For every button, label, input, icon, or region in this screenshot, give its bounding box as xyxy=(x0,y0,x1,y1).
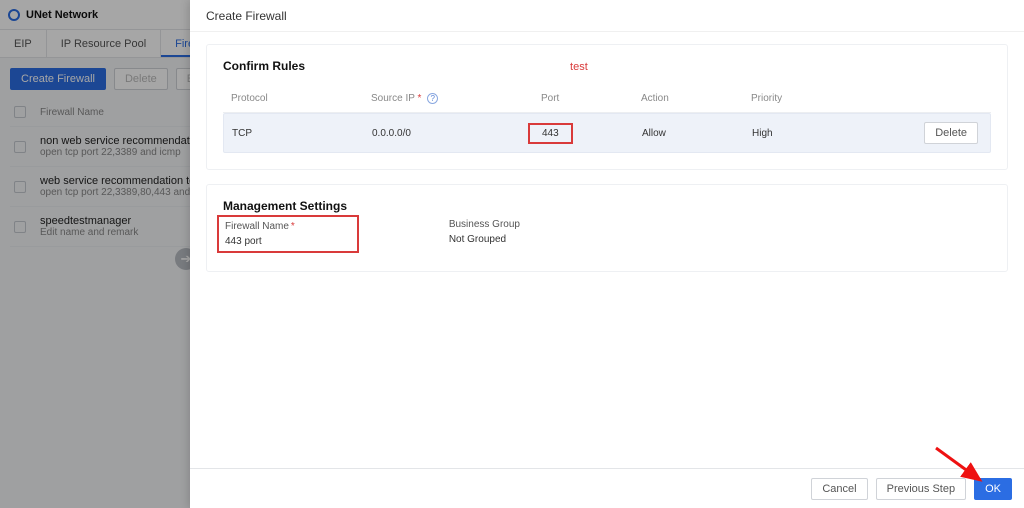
delete-rule-button[interactable]: Delete xyxy=(924,122,978,144)
firewall-name-label: Firewall Name xyxy=(225,221,289,232)
col-action: Action xyxy=(641,93,751,104)
cell-port: 443 xyxy=(528,123,573,144)
previous-step-button[interactable]: Previous Step xyxy=(876,478,966,500)
modal-body: Confirm Rules test Protocol Source IP * … xyxy=(190,32,1024,468)
business-group-label: Business Group xyxy=(449,219,520,230)
rules-table: Protocol Source IP * ? Port Action Prior… xyxy=(223,85,991,153)
modal-footer: Cancel Previous Step OK xyxy=(190,468,1024,508)
cell-action: Allow xyxy=(642,128,752,139)
info-icon[interactable]: ? xyxy=(427,93,438,104)
confirm-rules-heading: Confirm Rules xyxy=(223,59,305,73)
firewall-name-field: Firewall Name* 443 port xyxy=(217,215,359,253)
col-priority: Priority xyxy=(751,93,881,104)
col-source-ip-label: Source IP xyxy=(371,93,415,104)
ok-button[interactable]: OK xyxy=(974,478,1012,500)
col-port: Port xyxy=(541,93,641,104)
modal-scrim xyxy=(0,0,190,508)
management-settings-heading: Management Settings xyxy=(223,199,991,213)
business-group-value: Not Grouped xyxy=(449,234,520,245)
create-firewall-modal: Create Firewall Confirm Rules test Proto… xyxy=(190,0,1024,508)
modal-title: Create Firewall xyxy=(190,0,1024,32)
cell-source-ip: 0.0.0.0/0 xyxy=(372,128,542,139)
business-group-field: Business Group Not Grouped xyxy=(449,219,520,253)
management-settings-card: Management Settings Firewall Name* 443 p… xyxy=(206,184,1008,272)
rule-row: TCP 0.0.0.0/0 443 Allow High Delete xyxy=(223,113,991,153)
cell-priority: High xyxy=(752,128,882,139)
col-source-ip: Source IP * ? xyxy=(371,93,541,104)
cancel-button[interactable]: Cancel xyxy=(811,478,867,500)
test-label: test xyxy=(570,61,588,73)
rules-table-header: Protocol Source IP * ? Port Action Prior… xyxy=(223,85,991,113)
cell-protocol: TCP xyxy=(232,128,372,139)
firewall-name-value: 443 port xyxy=(225,236,295,247)
confirm-rules-card: Confirm Rules test Protocol Source IP * … xyxy=(206,44,1008,170)
col-protocol: Protocol xyxy=(231,93,371,104)
